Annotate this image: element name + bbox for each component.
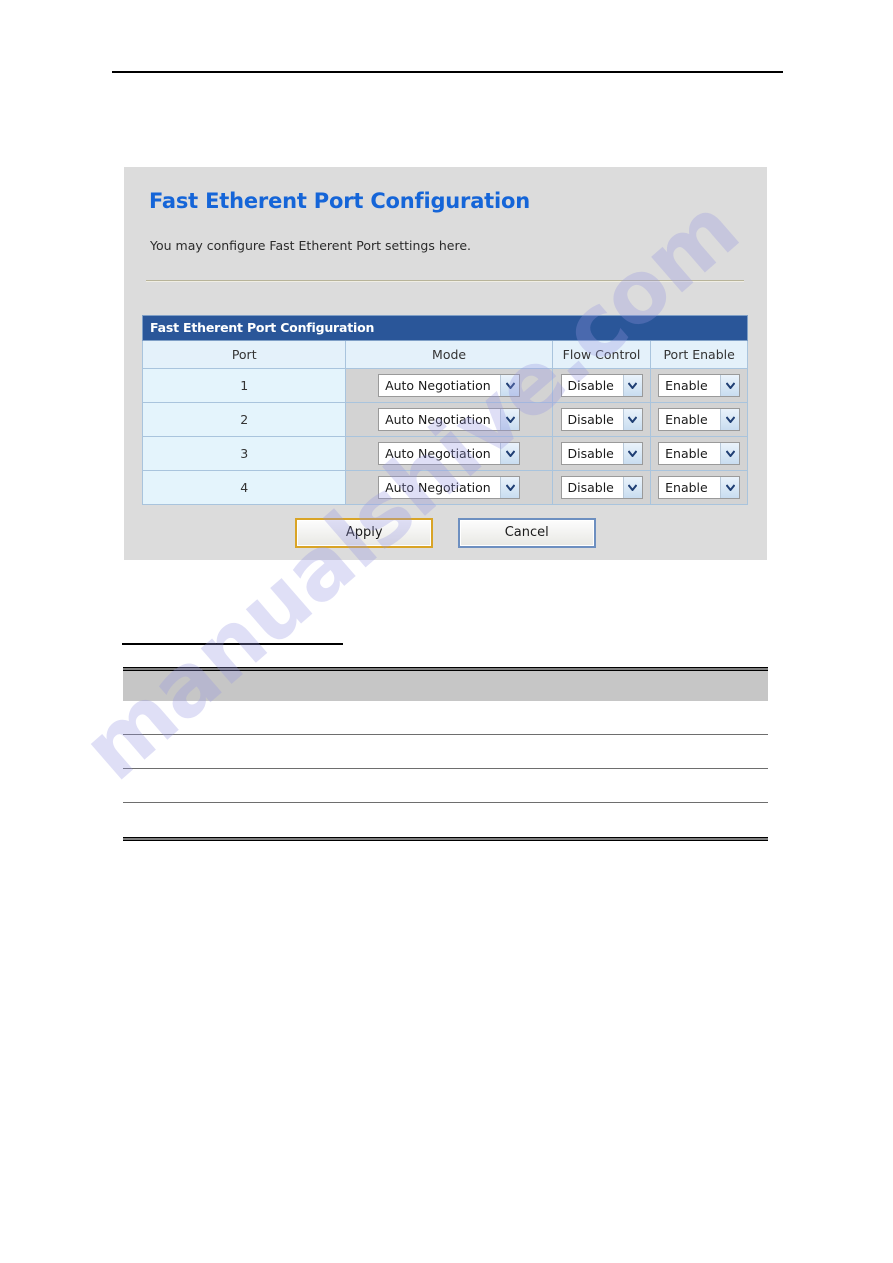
flow-control-select-value: Disable: [567, 446, 614, 461]
port-enable-cell: Enable: [650, 368, 748, 403]
chevron-down-icon: [720, 375, 740, 396]
column-header-flow-control: Flow Control: [551, 340, 652, 369]
chevron-down-icon: [622, 443, 642, 464]
table-row: 4 Auto Negotiation Disable Enable: [141, 470, 748, 505]
table-row: 3 Auto Negotiation Disable Enable: [141, 436, 748, 471]
port-enable-select-value: Enable: [665, 378, 708, 393]
port-enable-select-port-2[interactable]: Enable: [658, 408, 741, 431]
table-row: [123, 769, 768, 803]
mode-cell: Auto Negotiation: [345, 368, 553, 403]
flow-control-cell: Disable: [551, 470, 652, 505]
flow-control-cell: Disable: [551, 368, 652, 403]
page-title: Fast Etherent Port Configuration: [149, 189, 530, 213]
mode-select-port-1[interactable]: Auto Negotiation: [378, 374, 521, 397]
panel-divider: [146, 280, 744, 282]
port-enable-select-value: Enable: [665, 446, 708, 461]
chevron-down-icon: [500, 409, 520, 430]
column-header-port: Port: [141, 340, 347, 369]
port-enable-select-port-3[interactable]: Enable: [658, 442, 741, 465]
port-enable-cell: Enable: [650, 402, 748, 437]
port-enable-select-port-4[interactable]: Enable: [658, 476, 741, 499]
section-rule: [122, 643, 343, 645]
port-enable-select-value: Enable: [665, 412, 708, 427]
table-row: 2 Auto Negotiation Disable Enable: [141, 402, 748, 437]
column-header-mode: Mode: [345, 340, 553, 369]
port-number: 1: [141, 368, 347, 403]
mode-select-value: Auto Negotiation: [385, 446, 491, 461]
port-enable-cell: Enable: [650, 436, 748, 471]
cancel-button[interactable]: Cancel: [457, 518, 596, 548]
port-enable-select-port-1[interactable]: Enable: [658, 374, 741, 397]
flow-control-select-port-1[interactable]: Disable: [560, 374, 643, 397]
port-enable-cell: Enable: [650, 470, 748, 505]
flow-control-cell: Disable: [551, 436, 652, 471]
port-number: 3: [141, 436, 347, 471]
chevron-down-icon: [622, 477, 642, 498]
mode-select-value: Auto Negotiation: [385, 412, 491, 427]
table-header-band: [123, 671, 768, 701]
chevron-down-icon: [720, 409, 740, 430]
chevron-down-icon: [500, 443, 520, 464]
table-caption: Fast Etherent Port Configuration: [142, 315, 748, 341]
flow-control-select-value: Disable: [567, 378, 614, 393]
mode-cell: Auto Negotiation: [345, 436, 553, 471]
flow-control-select-value: Disable: [567, 412, 614, 427]
table-row: [123, 701, 768, 735]
table-bottom-rule: [123, 837, 768, 841]
mode-select-port-2[interactable]: Auto Negotiation: [378, 408, 521, 431]
mode-select-value: Auto Negotiation: [385, 480, 491, 495]
mode-select-port-3[interactable]: Auto Negotiation: [378, 442, 521, 465]
flow-control-select-port-4[interactable]: Disable: [560, 476, 643, 499]
table-caption-row: Fast Etherent Port Configuration: [142, 315, 748, 341]
port-number: 2: [141, 402, 347, 437]
port-enable-select-value: Enable: [665, 480, 708, 495]
flow-control-select-port-2[interactable]: Disable: [560, 408, 643, 431]
table-row: 1 Auto Negotiation Disable Enable: [141, 368, 748, 403]
column-header-port-enable: Port Enable: [650, 340, 748, 369]
chevron-down-icon: [622, 409, 642, 430]
chevron-down-icon: [500, 375, 520, 396]
chevron-down-icon: [720, 477, 740, 498]
device-config-panel: Fast Etherent Port Configuration You may…: [124, 167, 767, 560]
chevron-down-icon: [622, 375, 642, 396]
mode-cell: Auto Negotiation: [345, 470, 553, 505]
parameter-description-table: [123, 667, 768, 841]
flow-control-cell: Disable: [551, 402, 652, 437]
chevron-down-icon: [720, 443, 740, 464]
chevron-down-icon: [500, 477, 520, 498]
mode-select-value: Auto Negotiation: [385, 378, 491, 393]
page-header-rule: [112, 71, 783, 73]
mode-select-port-4[interactable]: Auto Negotiation: [378, 476, 521, 499]
port-configuration-table: Fast Etherent Port Configuration Port Mo…: [141, 315, 748, 505]
apply-button[interactable]: Apply: [295, 518, 434, 548]
page-description: You may configure Fast Etherent Port set…: [150, 238, 471, 253]
table-row: [123, 735, 768, 769]
flow-control-select-port-3[interactable]: Disable: [560, 442, 643, 465]
port-number: 4: [141, 470, 347, 505]
flow-control-select-value: Disable: [567, 480, 614, 495]
form-action-bar: Apply Cancel: [124, 518, 767, 548]
table-header-row: Port Mode Flow Control Port Enable: [141, 340, 748, 369]
mode-cell: Auto Negotiation: [345, 402, 553, 437]
table-row: [123, 803, 768, 837]
